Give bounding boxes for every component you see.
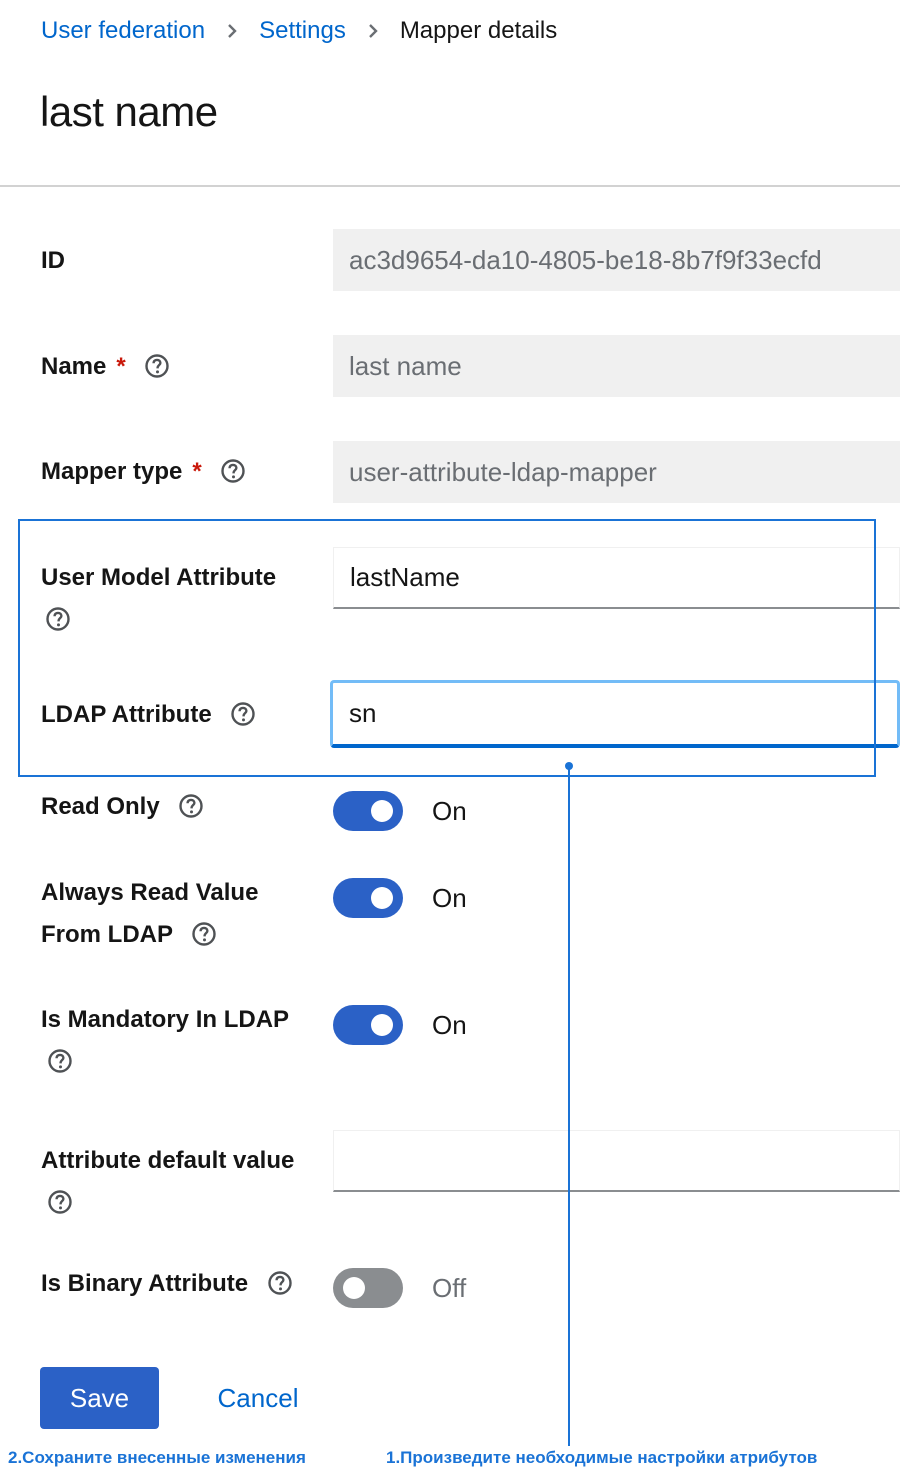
header-divider xyxy=(0,185,900,187)
required-marker: * xyxy=(192,458,202,485)
toggle-knob xyxy=(343,1277,365,1299)
is-mandatory-state: On xyxy=(432,1010,467,1040)
help-circle-icon[interactable] xyxy=(144,353,170,379)
is-binary-state: Off xyxy=(432,1273,467,1303)
save-button[interactable]: Save xyxy=(40,1367,159,1429)
chevron-right-icon xyxy=(227,23,237,39)
breadcrumb-user-federation[interactable]: User federation xyxy=(41,17,205,45)
callout-dot xyxy=(565,762,573,770)
mapper-type-label: Mapper type * xyxy=(41,451,311,493)
attribute-default-value-field[interactable] xyxy=(333,1130,900,1192)
help-circle-icon[interactable] xyxy=(191,921,217,947)
help-circle-icon[interactable] xyxy=(47,1048,73,1074)
id-field[interactable] xyxy=(333,229,900,291)
always-read-value-state: On xyxy=(432,883,467,913)
always-read-value-label: Always Read Value From LDAP xyxy=(41,879,259,948)
breadcrumb: User federation Settings Mapper details xyxy=(41,14,557,48)
breadcrumb-current: Mapper details xyxy=(399,17,558,44)
help-circle-icon[interactable] xyxy=(267,1270,293,1296)
attributes-annotation: 1.Произведите необходимые настройки атри… xyxy=(386,1448,818,1467)
read-only-toggle[interactable] xyxy=(333,791,403,831)
callout-line xyxy=(568,765,570,1446)
save-annotation: 2.Сохраните внесенные изменения xyxy=(8,1448,306,1467)
is-binary-toggle[interactable] xyxy=(333,1268,403,1308)
chevron-right-icon xyxy=(368,23,378,39)
read-only-state: On xyxy=(432,796,467,826)
id-label: ID xyxy=(41,247,65,274)
attribute-default-value-label: Attribute default value xyxy=(41,1140,311,1224)
toggle-knob xyxy=(371,1014,393,1036)
breadcrumb-settings[interactable]: Settings xyxy=(259,17,346,45)
read-only-label: Read Only xyxy=(41,786,311,828)
is-binary-label: Is Binary Attribute xyxy=(41,1263,311,1305)
required-marker: * xyxy=(116,353,126,380)
cancel-button[interactable]: Cancel xyxy=(200,1367,316,1429)
attributes-highlight-box xyxy=(18,519,876,777)
always-read-value-toggle[interactable] xyxy=(333,878,403,918)
help-circle-icon[interactable] xyxy=(178,793,204,819)
name-field[interactable] xyxy=(333,335,900,397)
page-title: last name xyxy=(40,88,218,135)
is-mandatory-label: Is Mandatory In LDAP xyxy=(41,999,311,1083)
toggle-knob xyxy=(371,800,393,822)
help-circle-icon[interactable] xyxy=(220,458,246,484)
mapper-type-field[interactable] xyxy=(333,441,900,503)
toggle-knob xyxy=(371,887,393,909)
name-label: Name * xyxy=(41,346,311,388)
is-mandatory-toggle[interactable] xyxy=(333,1005,403,1045)
help-circle-icon[interactable] xyxy=(47,1189,73,1215)
